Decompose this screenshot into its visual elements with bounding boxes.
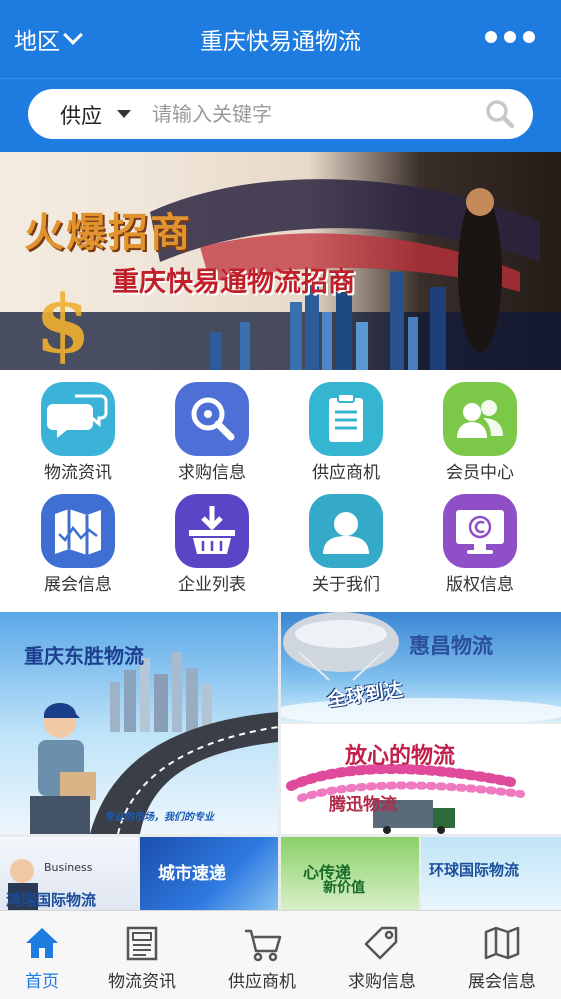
promo-tile-huichang[interactable]: 惠昌物流 全球到达 xyxy=(281,612,561,722)
chat-bubbles-icon xyxy=(41,382,115,456)
app-header: 地区 重庆快易通物流 供应 xyxy=(0,0,561,152)
grid-item-label: 展会信息 xyxy=(44,575,112,595)
map-icon xyxy=(41,494,115,568)
grid-item-label: 求购信息 xyxy=(178,463,246,483)
promo-slogan: 新价值 xyxy=(323,880,365,896)
promo-slogan: 腾迅物流 xyxy=(329,795,397,815)
promo-tile-tengxun[interactable]: 放心的物流 腾迅物流 xyxy=(281,724,561,834)
search-icon[interactable] xyxy=(485,99,515,129)
more-menu-button[interactable] xyxy=(485,31,535,43)
promo-tile-business[interactable]: Business 鸿瑞国际物流 xyxy=(0,837,138,910)
promo-artwork xyxy=(281,612,561,722)
grid-item-copyright-info[interactable]: 版权信息 xyxy=(406,482,546,595)
feature-grid: 物流资讯 求购信息 供应商机 会员中心 展会信息 企业列表 关于我们 版权信息 xyxy=(0,370,561,610)
tab-label: 供应商机 xyxy=(228,972,296,992)
home-icon xyxy=(26,928,58,958)
promo-slogan: 专业的市场，我们的专业 xyxy=(104,812,214,823)
search-input[interactable] xyxy=(152,98,472,130)
bottom-tab-bar: 首页 物流资讯 供应商机 求购信息 展会信息 xyxy=(0,910,561,999)
map-icon xyxy=(484,926,520,960)
grid-item-logistics-news[interactable]: 物流资讯 xyxy=(4,370,144,483)
svg-text:$: $ xyxy=(35,277,91,370)
promo-banner[interactable]: $ 火爆招商 重庆快易通物流招商 xyxy=(0,152,561,370)
magnifier-icon xyxy=(175,382,249,456)
promo-tile-heart-delivery[interactable]: 心传递 新价值 xyxy=(281,837,419,910)
search-category-select[interactable]: 供应 xyxy=(60,100,102,130)
tab-label: 首页 xyxy=(25,972,59,992)
search-bar: 供应 xyxy=(28,89,533,139)
grid-item-label: 关于我们 xyxy=(312,575,380,595)
grid-item-company-list[interactable]: 企业列表 xyxy=(138,482,278,595)
promo-title: 环球国际物流 xyxy=(429,861,520,879)
promo-slogan: 鸿瑞国际物流 xyxy=(6,891,97,909)
promo-tile-city-express[interactable]: 城市速递 xyxy=(140,837,278,910)
grid-item-label: 版权信息 xyxy=(446,575,514,595)
cart-icon xyxy=(245,929,282,962)
tab-label: 展会信息 xyxy=(468,972,536,992)
copyright-monitor-icon xyxy=(443,494,517,568)
tab-supply-opportunities[interactable]: 供应商机 xyxy=(206,911,318,999)
caret-down-icon[interactable] xyxy=(117,110,131,118)
promo-title: 城市速递 xyxy=(158,864,226,884)
promo-section: 重庆东胜物流 专业的市场，我们的专业 惠昌物流 全球到达 放心的物流 腾迅物流 xyxy=(0,612,561,910)
more-dot-icon xyxy=(504,31,516,43)
promo-tile-dongsheng[interactable]: 重庆东胜物流 专业的市场，我们的专业 xyxy=(0,612,278,834)
top-bar: 地区 重庆快易通物流 xyxy=(0,0,561,78)
page-title: 重庆快易通物流 xyxy=(200,29,361,55)
tab-purchase-info[interactable]: 求购信息 xyxy=(326,911,438,999)
grid-item-label: 物流资讯 xyxy=(44,463,112,483)
promo-title: Business xyxy=(44,861,93,874)
grid-item-member-center[interactable]: 会员中心 xyxy=(406,370,546,483)
grid-item-label: 供应商机 xyxy=(312,463,380,483)
banner-tagline: 火爆招商 xyxy=(24,209,192,256)
person-icon xyxy=(309,494,383,568)
news-icon xyxy=(126,926,158,961)
tab-label: 物流资讯 xyxy=(108,972,176,992)
clipboard-icon xyxy=(309,382,383,456)
more-dot-icon xyxy=(485,31,497,43)
grid-item-label: 会员中心 xyxy=(446,463,514,483)
tab-logistics-news[interactable]: 物流资讯 xyxy=(86,911,198,999)
grid-item-label: 企业列表 xyxy=(178,575,246,595)
promo-title: 惠昌物流 xyxy=(409,633,493,658)
tab-label: 求购信息 xyxy=(348,972,416,992)
download-basket-icon xyxy=(175,494,249,568)
promo-title: 放心的物流 xyxy=(345,743,456,769)
users-icon xyxy=(443,382,517,456)
tab-exhibition-info[interactable]: 展会信息 xyxy=(446,911,558,999)
grid-item-purchase-info[interactable]: 求购信息 xyxy=(138,370,278,483)
tag-icon xyxy=(364,926,398,960)
grid-item-exhibition-info[interactable]: 展会信息 xyxy=(4,482,144,595)
banner-subtitle: 重庆快易通物流招商 xyxy=(112,267,355,298)
grid-item-supply-opportunities[interactable]: 供应商机 xyxy=(272,370,412,483)
grid-item-about-us[interactable]: 关于我们 xyxy=(272,482,412,595)
promo-tile-global-logistics[interactable]: 环球国际物流 xyxy=(421,837,561,910)
header-divider xyxy=(0,78,561,79)
promo-title: 重庆东胜物流 xyxy=(24,644,144,668)
tab-home[interactable]: 首页 xyxy=(0,911,98,999)
more-dot-icon xyxy=(523,31,535,43)
